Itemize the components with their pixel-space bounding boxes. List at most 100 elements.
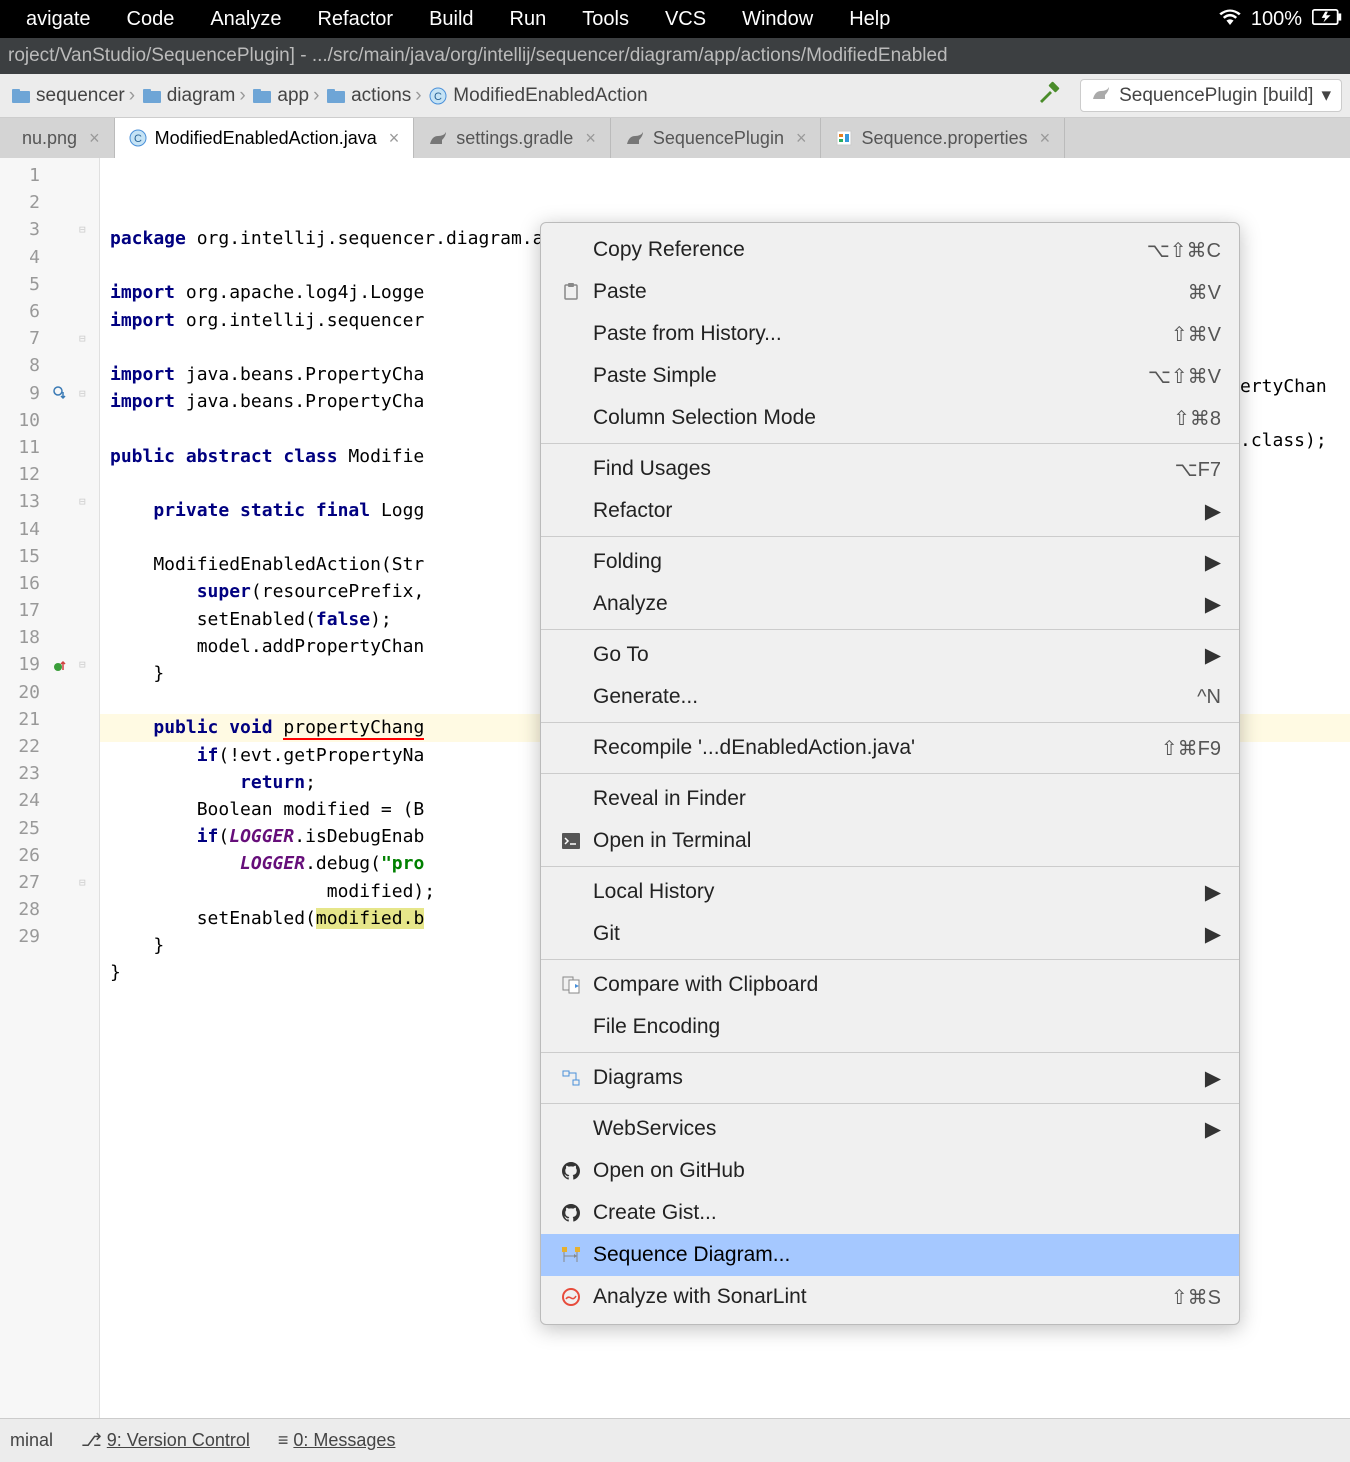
menu-help[interactable]: Help [831, 8, 908, 31]
menu-item-folding[interactable]: Folding▶ [541, 541, 1239, 583]
menu-item-compare-with-clipboard[interactable]: Compare with Clipboard [541, 964, 1239, 1006]
breadcrumb-actions[interactable]: actions [323, 85, 415, 107]
gutter-line-17[interactable]: 17 [0, 597, 99, 624]
tab-modifiedenabledaction-java[interactable]: CModifiedEnabledAction.java× [115, 118, 415, 158]
breadcrumb-app[interactable]: app [249, 85, 313, 107]
menu-item-paste-from-history[interactable]: Paste from History...⇧⌘V [541, 313, 1239, 355]
menu-item-reveal-in-finder[interactable]: Reveal in Finder [541, 778, 1239, 820]
menu-run[interactable]: Run [492, 8, 565, 31]
gutter-line-4[interactable]: 4 [0, 244, 99, 271]
gutter-line-22[interactable]: 22 [0, 733, 99, 760]
menu-label: Sequence Diagram... [583, 1243, 1221, 1267]
menu-item-column-selection-mode[interactable]: Column Selection Mode⇧⌘8 [541, 397, 1239, 439]
menu-item-analyze[interactable]: Analyze▶ [541, 583, 1239, 625]
gutter-line-13[interactable]: 13⊟ [0, 488, 99, 515]
gutter-line-26[interactable]: 26 [0, 842, 99, 869]
menu-code[interactable]: Code [109, 8, 193, 31]
fold-icon[interactable]: ⊟ [79, 658, 93, 671]
menu-vcs[interactable]: VCS [647, 8, 724, 31]
menu-item-open-on-github[interactable]: Open on GitHub [541, 1150, 1239, 1192]
gutter-line-1[interactable]: 1 [0, 162, 99, 189]
gutter-line-21[interactable]: 21 [0, 706, 99, 733]
overrides-up-icon[interactable] [52, 657, 68, 673]
implements-down-icon[interactable] [52, 385, 68, 401]
battery-percent: 100% [1251, 8, 1302, 31]
github-icon [559, 1162, 583, 1180]
chevron-right-icon: › [415, 87, 425, 105]
fold-icon[interactable]: ⊟ [79, 495, 93, 508]
fold-icon[interactable]: ⊟ [79, 387, 93, 400]
gutter-line-27[interactable]: 27⊟ [0, 869, 99, 896]
menu-item-open-in-terminal[interactable]: Open in Terminal [541, 820, 1239, 862]
menu-item-diagrams[interactable]: Diagrams▶ [541, 1057, 1239, 1099]
menu-item-create-gist[interactable]: Create Gist... [541, 1192, 1239, 1234]
gutter-line-16[interactable]: 16 [0, 570, 99, 597]
menu-tools[interactable]: Tools [564, 8, 647, 31]
tab-sequenceplugin[interactable]: SequencePlugin× [611, 118, 822, 158]
run-configuration-selector[interactable]: SequencePlugin [build] ▾ [1080, 79, 1342, 112]
fold-icon[interactable]: ⊟ [79, 876, 93, 889]
gutter-line-25[interactable]: 25 [0, 815, 99, 842]
menu-item-git[interactable]: Git▶ [541, 913, 1239, 955]
menu-window[interactable]: Window [724, 8, 831, 31]
gutter-line-10[interactable]: 10 [0, 407, 99, 434]
breadcrumb-modifiedenabledaction[interactable]: CModifiedEnabledAction [425, 85, 651, 107]
menu-label: Generate... [583, 685, 1197, 709]
menu-item-paste[interactable]: Paste⌘V [541, 271, 1239, 313]
navigation-bar: sequencer›diagram›app›actions›CModifiedE… [0, 74, 1350, 118]
breadcrumb-diagram[interactable]: diagram [139, 85, 240, 107]
gutter-line-7[interactable]: 7⊟ [0, 325, 99, 352]
close-icon[interactable]: × [585, 128, 596, 149]
terminal-tool[interactable]: minal [10, 1430, 53, 1451]
menu-item-generate[interactable]: Generate...^N [541, 676, 1239, 718]
gutter-line-6[interactable]: 6 [0, 298, 99, 325]
menu-avigate[interactable]: avigate [8, 8, 109, 31]
gutter-line-20[interactable]: 20 [0, 679, 99, 706]
menu-item-webservices[interactable]: WebServices▶ [541, 1108, 1239, 1150]
gutter-line-11[interactable]: 11 [0, 434, 99, 461]
menu-item-refactor[interactable]: Refactor▶ [541, 490, 1239, 532]
version-control-tool[interactable]: ⎇ 9: Version Control [81, 1430, 250, 1451]
menu-label: Local History [583, 880, 1205, 904]
gutter-line-8[interactable]: 8 [0, 352, 99, 379]
gutter-line-12[interactable]: 12 [0, 461, 99, 488]
fold-icon[interactable]: ⊟ [79, 332, 93, 345]
menu-item-sequence-diagram[interactable]: Sequence Diagram... [541, 1234, 1239, 1276]
gutter-line-5[interactable]: 5 [0, 271, 99, 298]
gutter-line-19[interactable]: 19⊟ [0, 651, 99, 678]
menu-item-paste-simple[interactable]: Paste Simple⌥⇧⌘V [541, 355, 1239, 397]
menu-item-file-encoding[interactable]: File Encoding [541, 1006, 1239, 1048]
tab-settings-gradle[interactable]: settings.gradle× [414, 118, 611, 158]
gutter-line-28[interactable]: 28 [0, 896, 99, 923]
menu-item-go-to[interactable]: Go To▶ [541, 634, 1239, 676]
menu-item-recompile-denabledaction-java[interactable]: Recompile '...dEnabledAction.java'⇧⌘F9 [541, 727, 1239, 769]
close-icon[interactable]: × [796, 128, 807, 149]
menu-build[interactable]: Build [411, 8, 491, 31]
gutter-line-14[interactable]: 14 [0, 515, 99, 542]
gutter-line-9[interactable]: 9⊟ [0, 380, 99, 407]
tab-sequence-properties[interactable]: Sequence.properties× [821, 118, 1065, 158]
menu-item-find-usages[interactable]: Find Usages⌥F7 [541, 448, 1239, 490]
menu-item-local-history[interactable]: Local History▶ [541, 871, 1239, 913]
close-icon[interactable]: × [389, 128, 400, 149]
gutter-line-29[interactable]: 29 [0, 923, 99, 950]
menu-label: Git [583, 922, 1205, 946]
menu-analyze[interactable]: Analyze [192, 8, 299, 31]
gutter-line-23[interactable]: 23 [0, 760, 99, 787]
wifi-icon [1219, 8, 1241, 31]
hammer-build-icon[interactable] [1036, 81, 1060, 111]
menu-item-analyze-with-sonarlint[interactable]: Analyze with SonarLint⇧⌘S [541, 1276, 1239, 1318]
gutter-line-15[interactable]: 15 [0, 543, 99, 570]
fold-icon[interactable]: ⊟ [79, 223, 93, 236]
menu-refactor[interactable]: Refactor [299, 8, 411, 31]
menu-item-copy-reference[interactable]: Copy Reference⌥⇧⌘C [541, 229, 1239, 271]
gutter-line-18[interactable]: 18 [0, 624, 99, 651]
gutter-line-24[interactable]: 24 [0, 787, 99, 814]
close-icon[interactable]: × [89, 128, 100, 149]
tab-nu-png[interactable]: nu.png× [0, 118, 115, 158]
gutter-line-3[interactable]: 3⊟ [0, 216, 99, 243]
breadcrumb-sequencer[interactable]: sequencer [8, 85, 129, 107]
messages-tool[interactable]: ≡ 0: Messages [278, 1430, 396, 1451]
close-icon[interactable]: × [1040, 128, 1051, 149]
gutter-line-2[interactable]: 2 [0, 189, 99, 216]
